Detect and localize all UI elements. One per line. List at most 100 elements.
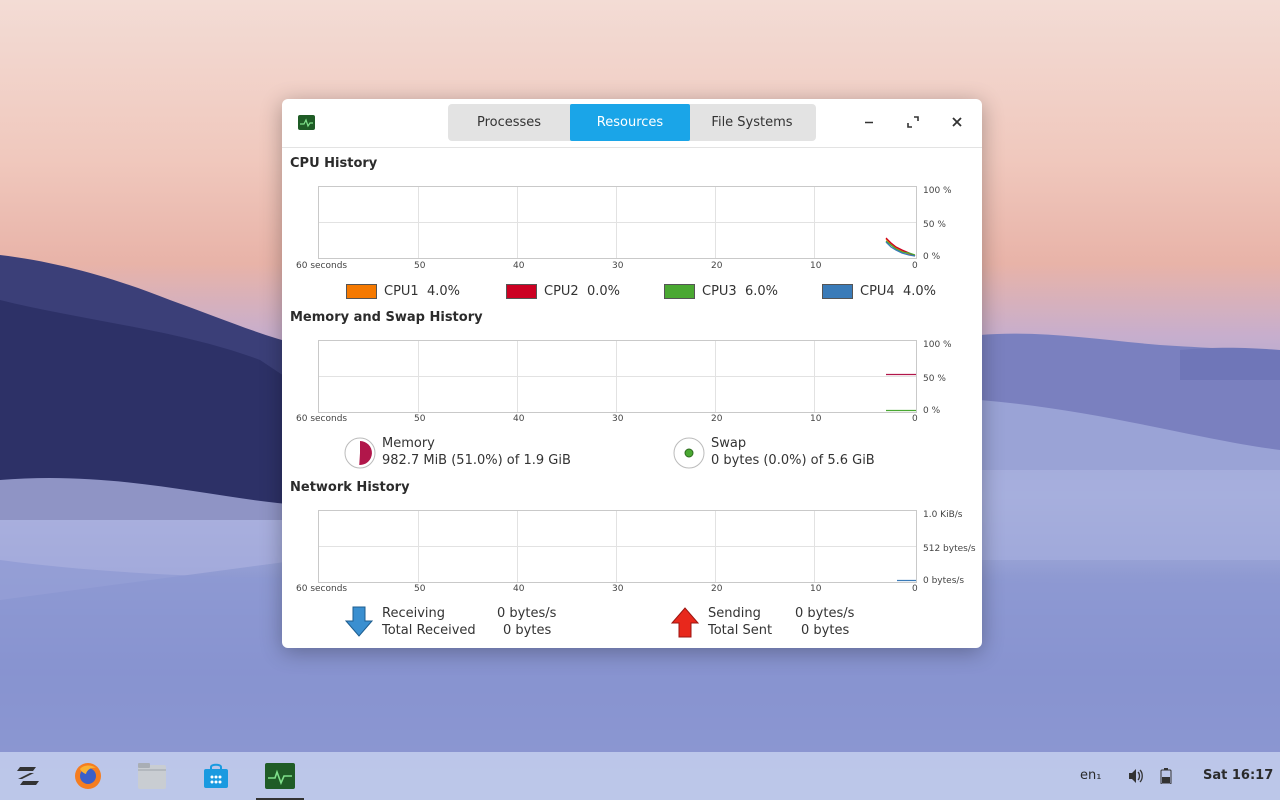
cpu4-value: 4.0%: [902, 283, 936, 299]
memory-history-title: Memory and Swap History: [290, 310, 483, 325]
cpu-usage-lines: [885, 237, 916, 257]
cpu-ytick-50: 50 %: [923, 220, 946, 230]
cpu-xtick-60: 60 seconds: [296, 261, 348, 271]
taskbar: en₁ Sat 16:17: [0, 752, 1280, 800]
mem-xtick-0: 0: [912, 414, 918, 424]
total-sent-value: 0 bytes: [801, 623, 850, 638]
cpu-ytick-100: 100 %: [923, 186, 952, 196]
memory-history-graph: [318, 340, 917, 413]
volume-icon: [1129, 769, 1143, 783]
cpu3-color-swatch[interactable]: [664, 283, 695, 299]
software-store-launcher[interactable]: [192, 752, 240, 800]
network-history-title: Network History: [290, 480, 410, 495]
title-bar: Processes Resources File Systems: [282, 99, 982, 148]
sending-label: Sending: [708, 606, 761, 621]
net-ytick-max: 1.0 KiB/s: [923, 510, 963, 520]
net-xtick-40: 40: [513, 584, 525, 594]
cpu4-color-swatch[interactable]: [822, 283, 853, 299]
memory-label: Memory: [382, 436, 435, 451]
cpu4-name: CPU4: [860, 283, 895, 299]
total-received-label: Total Received: [382, 623, 476, 638]
mem-ytick-100: 100 %: [923, 340, 952, 350]
close-icon: [952, 117, 962, 127]
net-xtick-60: 60 seconds: [296, 584, 348, 594]
cpu4-legend: CPU4 4.0%: [822, 282, 936, 300]
battery-button[interactable]: [1146, 752, 1186, 800]
receiving-label: Receiving: [382, 606, 446, 621]
total-received-value: 0 bytes: [503, 623, 552, 638]
system-monitor-launcher[interactable]: [256, 752, 304, 800]
system-monitor-app-icon: [298, 115, 315, 130]
cpu1-color-swatch[interactable]: [346, 283, 377, 299]
net-xtick-20: 20: [711, 584, 723, 594]
close-button[interactable]: [948, 113, 966, 131]
firefox-launcher[interactable]: [64, 752, 112, 800]
cpu1-legend: CPU1 4.0%: [346, 282, 460, 300]
cpu-history-title: CPU History: [290, 156, 378, 171]
cpu-xtick-0: 0: [912, 261, 918, 271]
net-xtick-30: 30: [612, 584, 624, 594]
mem-xtick-10: 10: [810, 414, 822, 424]
swap-pie-icon[interactable]: [673, 437, 705, 469]
network-usage-lines: [897, 579, 916, 582]
cpu2-color-swatch[interactable]: [506, 283, 537, 299]
cpu-ytick-0: 0 %: [923, 252, 941, 262]
files-icon: [138, 763, 166, 789]
mem-xtick-50: 50: [414, 414, 426, 424]
cpu2-value: 0.0%: [586, 283, 620, 299]
sending-arrow-icon[interactable]: [670, 606, 700, 638]
zorin-menu-button[interactable]: [4, 752, 52, 800]
swap-label: Swap: [711, 436, 747, 451]
cpu-xtick-10: 10: [810, 261, 822, 271]
clock[interactable]: Sat 16:17: [1203, 768, 1273, 783]
net-ytick-mid: 512 bytes/s: [923, 544, 976, 554]
network-history-graph: [318, 510, 917, 583]
memory-pie-icon[interactable]: [344, 437, 376, 469]
mem-xtick-40: 40: [513, 414, 525, 424]
net-xtick-50: 50: [414, 584, 426, 594]
net-xtick-0: 0: [912, 584, 918, 594]
maximize-button[interactable]: [904, 113, 922, 131]
zorin-menu-icon: [17, 767, 39, 785]
sending-value: 0 bytes/s: [795, 606, 855, 621]
cpu3-name: CPU3: [702, 283, 737, 299]
net-xtick-10: 10: [810, 584, 822, 594]
cpu-xtick-40: 40: [513, 261, 525, 271]
cpu3-value: 6.0%: [744, 283, 778, 299]
net-ytick-zero: 0 bytes/s: [923, 576, 965, 586]
cpu2-legend: CPU2 0.0%: [506, 282, 620, 300]
minimize-icon: [865, 121, 873, 124]
minimize-button[interactable]: [860, 113, 878, 131]
keyboard-layout-indicator[interactable]: en₁: [1080, 768, 1101, 783]
receiving-arrow-icon[interactable]: [344, 606, 374, 638]
battery-icon: [1160, 768, 1172, 784]
cpu1-name: CPU1: [384, 283, 419, 299]
cpu-xtick-30: 30: [612, 261, 624, 271]
tab-file-systems[interactable]: File Systems: [690, 104, 814, 141]
swap-value: 0 bytes (0.0%) of 5.6 GiB: [711, 453, 875, 468]
software-store-icon: [204, 763, 228, 788]
firefox-icon: [75, 763, 101, 789]
system-monitor-window: Processes Resources File Systems CPU His…: [282, 99, 982, 648]
tab-resources[interactable]: Resources: [570, 104, 690, 141]
mem-xtick-20: 20: [711, 414, 723, 424]
receiving-value: 0 bytes/s: [497, 606, 557, 621]
mem-ytick-0: 0 %: [923, 406, 941, 416]
mem-xtick-30: 30: [612, 414, 624, 424]
maximize-icon: [907, 116, 919, 128]
mem-ytick-50: 50 %: [923, 374, 946, 384]
system-monitor-icon: [265, 763, 295, 789]
cpu1-value: 4.0%: [426, 283, 460, 299]
cpu-xtick-20: 20: [711, 261, 723, 271]
cpu-history-graph: [318, 186, 917, 259]
tab-processes[interactable]: Processes: [448, 104, 570, 141]
memory-value: 982.7 MiB (51.0%) of 1.9 GiB: [382, 453, 571, 468]
cpu-xtick-50: 50: [414, 261, 426, 271]
files-launcher[interactable]: [128, 752, 176, 800]
view-switcher: Processes Resources File Systems: [448, 104, 816, 141]
total-sent-label: Total Sent: [708, 623, 773, 638]
mem-xtick-60: 60 seconds: [296, 414, 348, 424]
cpu3-legend: CPU3 6.0%: [664, 282, 778, 300]
memory-usage-lines: [886, 373, 916, 412]
cpu2-name: CPU2: [544, 283, 579, 299]
